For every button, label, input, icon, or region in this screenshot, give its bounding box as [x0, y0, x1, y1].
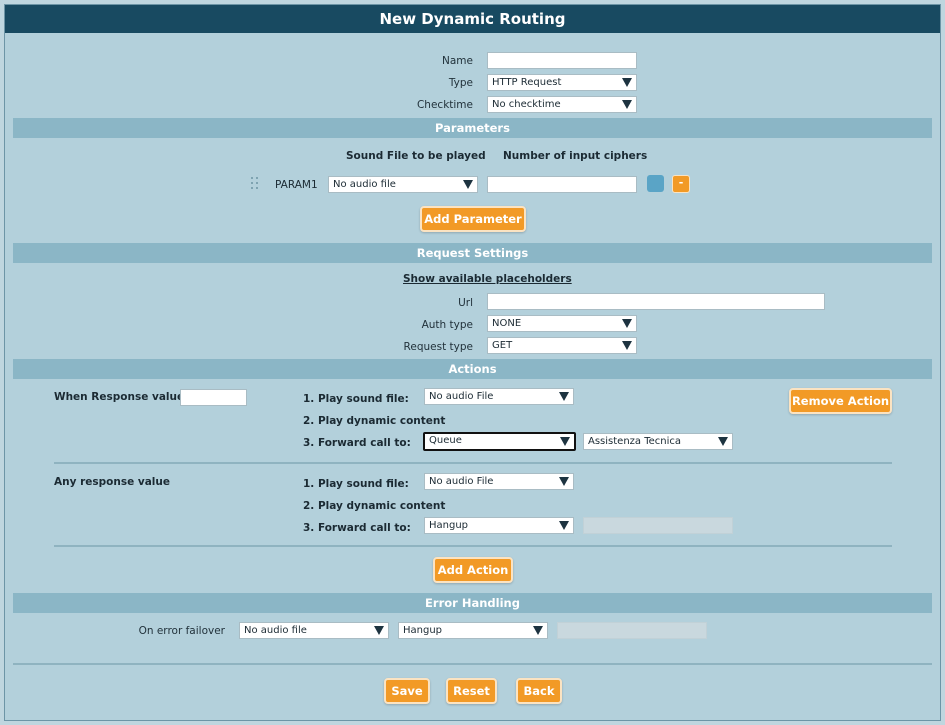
action1-forward-target-value: Assistenza Tecnica — [588, 436, 682, 447]
add-parameter-button[interactable]: Add Parameter — [420, 206, 526, 232]
name-label: Name — [442, 55, 473, 67]
chevron-down-icon — [560, 437, 570, 446]
action2-condition-label: Any response value — [54, 476, 171, 488]
action1-play-select[interactable]: No audio File — [424, 388, 574, 405]
type-select[interactable]: HTTP Request — [487, 74, 637, 91]
action-divider — [54, 545, 892, 547]
failover-audio-select-value: No audio file — [244, 625, 307, 636]
param-sound-select[interactable]: No audio file — [328, 176, 478, 193]
auth-type-select-value: NONE — [492, 318, 522, 329]
action1-condition-label: When Response value is — [54, 391, 198, 403]
dynamic-routing-window: New Dynamic Routing Name Type HTTP Reque… — [4, 4, 941, 721]
show-placeholders-link[interactable]: Show available placeholders — [403, 273, 572, 285]
action1-forward-label: 3. Forward call to: — [303, 437, 411, 449]
action2-forward-label: 3. Forward call to: — [303, 522, 411, 534]
action1-forward-select[interactable]: Queue — [423, 432, 576, 451]
chevron-down-icon — [533, 626, 543, 635]
failover-action-select-value: Hangup — [403, 625, 443, 636]
reset-button[interactable]: Reset — [446, 678, 497, 704]
action1-play-label: 1. Play sound file: — [303, 393, 409, 405]
request-type-label: Request type — [403, 341, 473, 353]
failover-label: On error failover — [138, 625, 225, 637]
chevron-down-icon — [622, 341, 632, 350]
action2-play-select[interactable]: No audio File — [424, 473, 574, 490]
action1-dynamic-label: 2. Play dynamic content — [303, 415, 446, 427]
window-title: New Dynamic Routing — [5, 5, 940, 33]
action-divider — [54, 462, 892, 464]
failover-audio-select[interactable]: No audio file — [239, 622, 389, 639]
actions-section-header: Actions — [13, 359, 932, 379]
sound-file-column-header: Sound File to be played — [346, 150, 486, 162]
checktime-label: Checktime — [416, 99, 473, 111]
failover-target-field — [557, 622, 707, 639]
chevron-down-icon — [559, 477, 569, 486]
request-type-select[interactable]: GET — [487, 337, 637, 354]
chevron-down-icon — [559, 521, 569, 530]
auth-type-select[interactable]: NONE — [487, 315, 637, 332]
chevron-down-icon — [718, 437, 728, 446]
response-value-input[interactable] — [180, 389, 247, 406]
action1-forward-select-value: Queue — [429, 435, 462, 446]
request-settings-section-header: Request Settings — [13, 243, 932, 263]
chevron-down-icon — [622, 319, 632, 328]
action2-forward-select-value: Hangup — [429, 520, 469, 531]
param-ciphers-input[interactable] — [487, 176, 637, 193]
auth-type-label: Auth type — [421, 319, 473, 331]
chevron-down-icon — [559, 392, 569, 401]
action2-forward-target-field — [583, 517, 733, 534]
action2-dynamic-label: 2. Play dynamic content — [303, 500, 446, 512]
ciphers-column-header: Number of input ciphers — [503, 150, 648, 162]
chevron-down-icon — [622, 78, 632, 87]
remove-param-button[interactable]: - — [672, 175, 690, 193]
type-select-value: HTTP Request — [492, 77, 562, 88]
add-action-button[interactable]: Add Action — [433, 557, 513, 583]
request-type-select-value: GET — [492, 340, 513, 351]
action1-play-select-value: No audio File — [429, 391, 494, 402]
url-label: Url — [458, 297, 473, 309]
drag-handle-icon[interactable] — [251, 177, 259, 191]
footer-divider — [13, 663, 932, 665]
parameters-section-header: Parameters — [13, 118, 932, 138]
checktime-select[interactable]: No checktime — [487, 96, 637, 113]
param-color-indicator[interactable] — [647, 175, 664, 192]
action2-play-select-value: No audio File — [429, 476, 494, 487]
back-button[interactable]: Back — [516, 678, 562, 704]
checktime-select-value: No checktime — [492, 99, 561, 110]
param-sound-select-value: No audio file — [333, 179, 396, 190]
action2-play-label: 1. Play sound file: — [303, 478, 409, 490]
chevron-down-icon — [463, 180, 473, 189]
type-label: Type — [448, 77, 473, 89]
chevron-down-icon — [622, 100, 632, 109]
action2-forward-select[interactable]: Hangup — [424, 517, 574, 534]
chevron-down-icon — [374, 626, 384, 635]
url-input[interactable] — [487, 293, 825, 310]
failover-action-select[interactable]: Hangup — [398, 622, 548, 639]
error-handling-section-header: Error Handling — [13, 593, 932, 613]
remove-action-button[interactable]: Remove Action — [789, 388, 892, 414]
action1-forward-target-select[interactable]: Assistenza Tecnica — [583, 433, 733, 450]
save-button[interactable]: Save — [384, 678, 430, 704]
param-name: PARAM1 — [275, 179, 318, 191]
name-input[interactable] — [487, 52, 637, 69]
